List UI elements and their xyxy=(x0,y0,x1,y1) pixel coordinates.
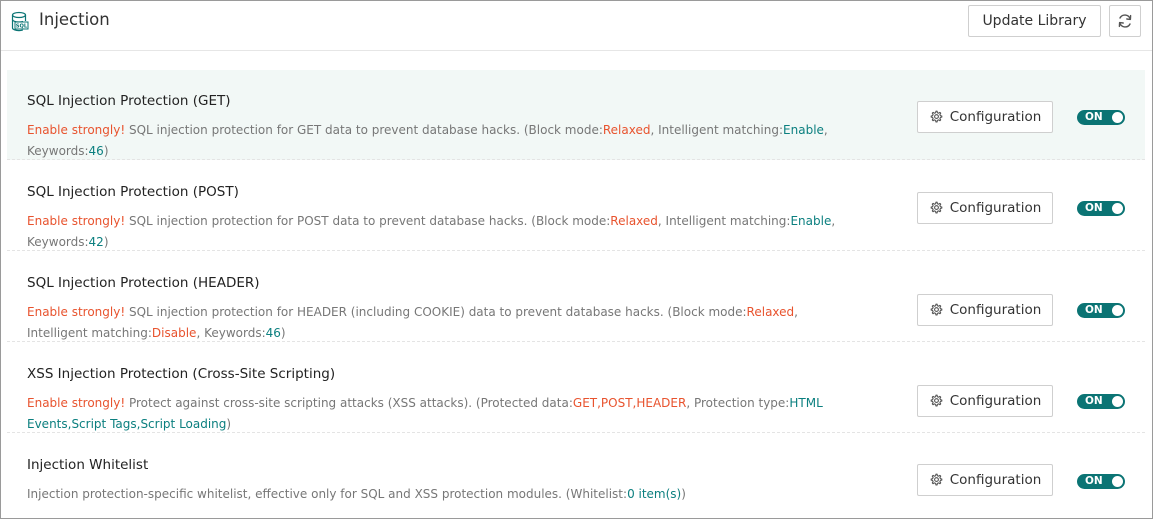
page-header: SQL Injection Update Library xyxy=(1,1,1152,51)
whitelist-count[interactable]: 0 item(s) xyxy=(627,487,681,501)
toggle-label: ON xyxy=(1085,395,1103,407)
database-sql-icon: SQL xyxy=(11,11,29,32)
list-item-xss: XSS Injection Protection (Cross-Site Scr… xyxy=(7,342,1145,433)
list-item-sql-header: SQL Injection Protection (HEADER) Enable… xyxy=(7,251,1145,342)
keywords-value: 42 xyxy=(88,235,104,249)
keywords-value: 46 xyxy=(88,144,104,158)
configuration-label: Configuration xyxy=(949,109,1042,125)
page-title: Injection xyxy=(39,10,110,29)
toggle-label: ON xyxy=(1085,202,1103,214)
protection-toggle[interactable]: ON xyxy=(1077,394,1125,409)
intelligent-matching-value: Enable xyxy=(783,123,824,137)
protection-toggle[interactable]: ON xyxy=(1077,303,1125,318)
configuration-button[interactable]: Configuration xyxy=(917,464,1053,496)
configuration-label: Configuration xyxy=(949,200,1042,216)
update-library-button[interactable]: Update Library xyxy=(968,5,1101,37)
keywords-value: 46 xyxy=(265,326,281,340)
protection-toggle[interactable]: ON xyxy=(1077,201,1125,216)
svg-text:SQL: SQL xyxy=(16,24,28,30)
toggle-knob xyxy=(1112,476,1123,487)
configuration-button[interactable]: Configuration xyxy=(917,101,1053,133)
warning-text: Enable strongly! xyxy=(27,305,126,319)
toggle-knob xyxy=(1112,203,1123,214)
list-item-whitelist: Injection Whitelist Injection protection… xyxy=(7,433,1145,517)
gear-icon xyxy=(930,394,943,407)
refresh-button[interactable] xyxy=(1109,5,1141,37)
configuration-button[interactable]: Configuration xyxy=(917,385,1053,417)
gear-icon xyxy=(930,473,943,486)
intelligent-matching-value: Disable xyxy=(151,326,197,340)
row-title: SQL Injection Protection (HEADER) xyxy=(27,275,260,291)
configuration-label: Configuration xyxy=(949,393,1042,409)
gear-icon xyxy=(930,201,943,214)
block-mode-value: Relaxed xyxy=(610,214,658,228)
row-description: Enable strongly! Protect against cross-s… xyxy=(27,396,823,431)
row-title: SQL Injection Protection (POST) xyxy=(27,184,239,200)
gear-icon xyxy=(930,110,943,123)
gear-icon xyxy=(930,303,943,316)
warning-text: Enable strongly! xyxy=(27,396,126,410)
row-title: Injection Whitelist xyxy=(27,457,149,473)
list-item-sql-post: SQL Injection Protection (POST) Enable s… xyxy=(7,160,1145,251)
refresh-icon xyxy=(1118,14,1132,28)
toggle-knob xyxy=(1112,112,1123,123)
row-title: SQL Injection Protection (GET) xyxy=(27,93,231,109)
row-description: Enable strongly! SQL injection protectio… xyxy=(27,123,828,158)
row-description: Enable strongly! SQL injection protectio… xyxy=(27,305,798,340)
configuration-button[interactable]: Configuration xyxy=(917,192,1053,224)
configuration-label: Configuration xyxy=(949,302,1042,318)
toggle-knob xyxy=(1112,305,1123,316)
list-item-sql-get: SQL Injection Protection (GET) Enable st… xyxy=(7,70,1145,160)
warning-text: Enable strongly! xyxy=(27,123,126,137)
configuration-label: Configuration xyxy=(949,472,1042,488)
protection-toggle[interactable]: ON xyxy=(1077,474,1125,489)
toggle-label: ON xyxy=(1085,111,1103,123)
row-description: Enable strongly! SQL injection protectio… xyxy=(27,214,836,249)
configuration-button[interactable]: Configuration xyxy=(917,294,1053,326)
protection-toggle[interactable]: ON xyxy=(1077,110,1125,125)
row-description: Injection protection-specific whitelist,… xyxy=(27,487,686,501)
protected-data-value: GET,POST,HEADER xyxy=(572,396,687,410)
intelligent-matching-value: Enable xyxy=(790,214,832,228)
toggle-label: ON xyxy=(1085,475,1103,487)
app-window: SQL Injection Update Library SQL Injecti… xyxy=(0,0,1153,519)
row-title: XSS Injection Protection (Cross-Site Scr… xyxy=(27,366,336,382)
toggle-knob xyxy=(1112,396,1123,407)
toggle-label: ON xyxy=(1085,304,1103,316)
block-mode-value: Relaxed xyxy=(602,123,651,137)
warning-text: Enable strongly! xyxy=(27,214,126,228)
block-mode-value: Relaxed xyxy=(746,305,795,319)
